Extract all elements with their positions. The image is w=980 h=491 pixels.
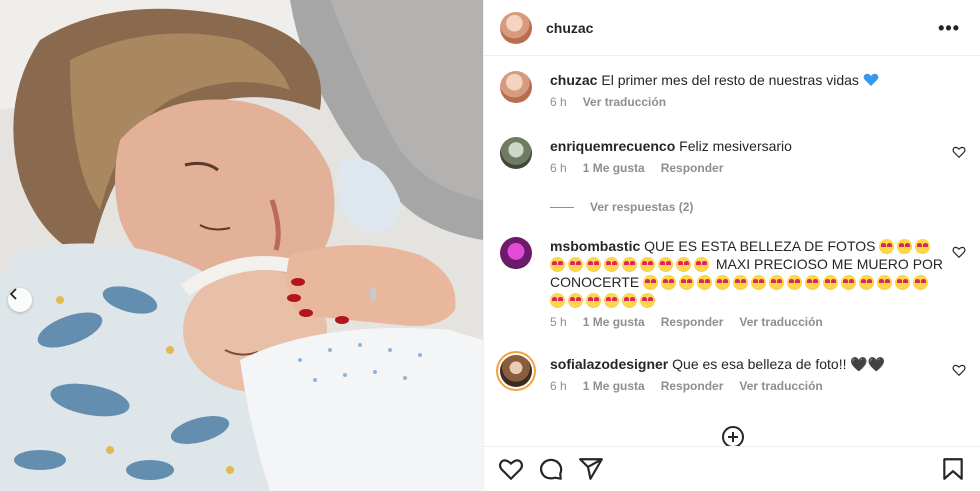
commenter-username[interactable]: msbombastic — [550, 238, 640, 254]
caption-text: chuzac El primer mes del resto de nuestr… — [550, 71, 946, 89]
heart-icon[interactable] — [498, 456, 524, 482]
carousel-prev-button[interactable] — [8, 288, 32, 312]
reply-button[interactable]: Responder — [661, 379, 724, 393]
caption-translate-link[interactable]: Ver traducción — [583, 95, 666, 109]
caption-time: 6 h — [550, 95, 567, 109]
caption-body: El primer mes del resto de nuestras vida… — [601, 72, 859, 88]
heart-icon[interactable] — [952, 145, 966, 159]
post-header: chuzac ••• — [484, 0, 980, 56]
comment-text: Que es esa belleza de foto!! — [672, 356, 847, 372]
comment: sofialazodesigner Que es esa belleza de … — [500, 355, 966, 393]
reply-button[interactable]: Responder — [661, 161, 724, 175]
comment-text: CONOCERTE — [550, 274, 640, 290]
bookmark-icon[interactable] — [940, 456, 966, 482]
comment: enriquemrecuenco Feliz mesiversario 6 h … — [500, 137, 966, 175]
commenter-avatar[interactable] — [500, 137, 532, 169]
post-actions — [484, 446, 980, 491]
comment-text: Feliz mesiversario — [679, 138, 792, 154]
post-side-panel: chuzac ••• chuzac El primer mes del rest… — [483, 0, 980, 491]
blue-heart-icon — [863, 73, 879, 86]
comment-icon[interactable] — [538, 456, 564, 482]
share-icon[interactable] — [578, 456, 604, 482]
author-username[interactable]: chuzac — [546, 20, 934, 36]
heart-icon[interactable] — [952, 363, 966, 377]
chevron-left-icon — [9, 288, 17, 300]
comment: msbombastic QUE ES ESTA BELLEZA DE FOTOS… — [500, 237, 966, 329]
comment-time: 6 h — [550, 379, 567, 393]
add-circle-icon[interactable] — [721, 425, 745, 446]
comment-likes[interactable]: 1 Me gusta — [583, 379, 645, 393]
view-replies-label: Ver respuestas (2) — [590, 200, 694, 214]
reply-button[interactable]: Responder — [661, 315, 724, 329]
replies-divider — [550, 206, 574, 208]
view-replies-button[interactable]: Ver respuestas (2) — [550, 200, 693, 214]
comment-likes[interactable]: 1 Me gusta — [583, 315, 645, 329]
comment-text: MAXI PRECIOSO ME MUERO POR — [715, 256, 944, 272]
commenter-username[interactable]: enriquemrecuenco — [550, 138, 675, 154]
comments-list: chuzac El primer mes del resto de nuestr… — [484, 57, 980, 446]
heart-icon[interactable] — [952, 245, 966, 259]
author-avatar[interactable] — [500, 11, 532, 44]
commenter-avatar[interactable] — [500, 237, 532, 269]
more-icon[interactable]: ••• — [934, 19, 964, 37]
commenter-avatar[interactable] — [500, 355, 532, 387]
comment-text: QUE ES ESTA BELLEZA DE FOTOS — [644, 238, 876, 254]
commenter-username[interactable]: sofialazodesigner — [550, 356, 668, 372]
caption: chuzac El primer mes del resto de nuestr… — [500, 71, 966, 109]
comment-time: 5 h — [550, 315, 567, 329]
comment-likes[interactable]: 1 Me gusta — [583, 161, 645, 175]
comment-time: 6 h — [550, 161, 567, 175]
comment-translate-link[interactable]: Ver traducción — [739, 315, 822, 329]
black-hearts-emoji: 🖤🖤 — [850, 356, 886, 372]
photo-illustration — [0, 0, 483, 491]
caption-username[interactable]: chuzac — [550, 72, 597, 88]
comment-translate-link[interactable]: Ver traducción — [739, 379, 822, 393]
post-photo — [0, 0, 483, 491]
caption-avatar[interactable] — [500, 71, 532, 103]
post-viewer: chuzac ••• chuzac El primer mes del rest… — [0, 0, 980, 491]
